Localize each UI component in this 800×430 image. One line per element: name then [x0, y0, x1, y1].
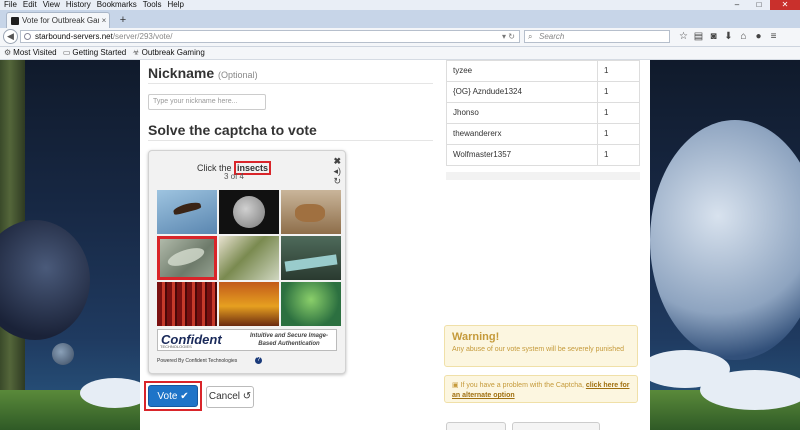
- background-planet: [0, 220, 90, 340]
- table-row: thewandererx 1: [446, 124, 640, 145]
- cancel-button[interactable]: Cancel ↺: [206, 386, 254, 408]
- tab-strip: Vote for Outbreak Gaming ... × +: [0, 10, 800, 28]
- window-controls: – □ ✕: [726, 0, 800, 10]
- table-row: {OG} Azndude1324 1: [446, 82, 640, 103]
- captcha-image-moon[interactable]: [219, 190, 279, 234]
- toolbar-icons: ☆ ▤ ◙ ⬇ ⌂ ● ≡: [676, 30, 781, 43]
- globe-icon: [24, 33, 31, 40]
- tab-title: Vote for Outbreak Gaming ...: [22, 16, 99, 25]
- image-icon: ▣: [452, 382, 459, 389]
- biohazard-icon: ☣: [132, 48, 140, 57]
- sidebar-panel-bottom: [446, 172, 640, 180]
- new-tab-button[interactable]: +: [116, 14, 130, 27]
- background-globe: [650, 120, 800, 360]
- optional-label: (Optional): [218, 70, 258, 80]
- bookmark-most-visited[interactable]: ⚙ Most Visited: [4, 47, 57, 59]
- url-host: starbound-servers.net: [35, 32, 113, 41]
- refresh-icon[interactable]: ↻: [333, 176, 341, 186]
- search-placeholder: Search: [539, 32, 565, 41]
- captcha-image-water[interactable]: [281, 236, 341, 280]
- back-button[interactable]: ◀: [3, 29, 18, 44]
- maximize-icon[interactable]: □: [748, 0, 770, 10]
- warning-title: Warning!: [452, 331, 500, 343]
- nickname-input[interactable]: Type your nickname here...: [148, 94, 266, 110]
- voter-list: tyzee 1 {OG} Azndude1324 1 Jhonso 1 thewand…: [446, 60, 640, 166]
- bookmarks-bar: ⚙ Most Visited ▭ Getting Started ☣ Outbreak…: [0, 47, 800, 60]
- captcha-image-fabric[interactable]: [157, 282, 217, 326]
- vote-page-content: Nickname (Optional) Type your nickname h…: [140, 60, 650, 430]
- warning-body: Any abuse of our vote system will be sev…: [452, 346, 624, 353]
- vote-button[interactable]: Vote ✔: [148, 385, 198, 407]
- menu-tools[interactable]: Tools: [140, 0, 165, 10]
- gear-icon: ⚙: [4, 48, 12, 57]
- navigation-bar: ◀ starbound-servers.net/server/293/vote/…: [0, 28, 800, 47]
- menu-edit[interactable]: Edit: [20, 0, 40, 10]
- menu-bookmarks[interactable]: Bookmarks: [94, 0, 140, 10]
- captcha-image-bird[interactable]: [157, 190, 217, 234]
- help-icon[interactable]: ?: [255, 357, 262, 364]
- page-icon: ▭: [62, 48, 71, 57]
- captcha-heading: Solve the captcha to vote: [148, 122, 317, 138]
- reading-list-icon[interactable]: ▤: [691, 30, 706, 43]
- footer-tab[interactable]: [446, 422, 506, 430]
- captcha-progress: 3 of 4: [223, 172, 244, 181]
- table-row: tyzee 1: [446, 60, 640, 82]
- captcha-image-plant[interactable]: [281, 282, 341, 326]
- table-row: Jhonso 1: [446, 103, 640, 124]
- captcha-image-grid: [157, 190, 341, 326]
- captcha-image-insect[interactable]: [157, 236, 217, 280]
- powered-by: Powered By Confident Technologies: [157, 358, 238, 364]
- audio-icon[interactable]: ◂): [333, 166, 341, 176]
- reload-icon[interactable]: ▾ ↻: [502, 31, 515, 42]
- url-path: /server/293/vote/: [112, 32, 173, 41]
- search-input[interactable]: ⌕ Search: [524, 30, 670, 43]
- menu-history[interactable]: History: [63, 0, 94, 10]
- captcha-close-icon[interactable]: ✖: [333, 156, 341, 166]
- warning-alert: Warning! Any abuse of our vote system wi…: [444, 325, 638, 367]
- chat-icon[interactable]: ●: [751, 30, 766, 43]
- pocket-icon[interactable]: ◙: [706, 30, 721, 43]
- captcha-image-market[interactable]: [219, 282, 279, 326]
- bookmark-getting-started[interactable]: ▭ Getting Started: [63, 47, 126, 59]
- captcha-tagline: Intuitive and Secure Image-Based Authent…: [249, 333, 329, 347]
- captcha-controls: ✖ ◂) ↻: [333, 156, 341, 186]
- bookmark-star-icon[interactable]: ☆: [676, 30, 691, 43]
- close-window-icon[interactable]: ✕: [770, 0, 800, 10]
- confident-logo: Confident TECHNOLOGIES Intuitive and Sec…: [157, 329, 337, 351]
- tab-close-icon[interactable]: ×: [99, 16, 109, 25]
- alternate-captcha-alert: ▣ If you have a problem with the Captcha…: [444, 375, 638, 403]
- menu-file[interactable]: File: [0, 0, 20, 10]
- page-viewport: Nickname (Optional) Type your nickname h…: [0, 60, 800, 430]
- background-cloud: [700, 370, 800, 410]
- minimize-icon[interactable]: –: [726, 0, 748, 10]
- hamburger-menu-icon[interactable]: ≡: [766, 30, 781, 43]
- url-bar[interactable]: starbound-servers.net/server/293/vote/ ▾…: [20, 30, 520, 43]
- home-icon[interactable]: ⌂: [736, 30, 751, 43]
- table-row: Wolfmaster1357 1: [446, 145, 640, 166]
- bookmark-outbreak-gaming[interactable]: ☣ Outbreak Gaming: [132, 47, 204, 59]
- background-moon: [52, 343, 74, 365]
- footer-tab[interactable]: [512, 422, 600, 430]
- downloads-icon[interactable]: ⬇: [721, 30, 736, 43]
- captcha-image-camouflage[interactable]: [219, 236, 279, 280]
- divider: [148, 83, 433, 84]
- nickname-heading: Nickname (Optional): [148, 65, 258, 81]
- vote-button-highlight: Vote ✔: [144, 381, 202, 411]
- captcha-widget: Click the insects 3 of 4 ✖ ◂) ↻ Confiden…: [148, 150, 346, 374]
- menu-bar: File Edit View History Bookmarks Tools Help – …: [0, 0, 800, 10]
- search-icon: ⌕: [528, 32, 533, 41]
- captcha-image-deer[interactable]: [281, 190, 341, 234]
- menu-view[interactable]: View: [40, 0, 63, 10]
- tab-vote-outbreak[interactable]: Vote for Outbreak Gaming ... ×: [6, 12, 110, 28]
- favicon-icon: [11, 16, 19, 25]
- divider: [148, 140, 433, 141]
- menu-help[interactable]: Help: [164, 0, 186, 10]
